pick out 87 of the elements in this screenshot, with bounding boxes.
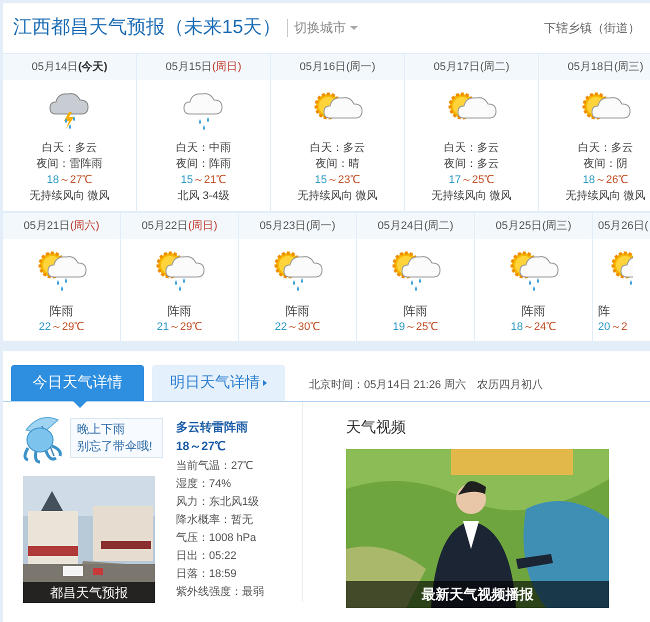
video-caption: 最新天气视频播报 [346, 581, 609, 608]
photo-caption: 都昌天气预报 [23, 582, 155, 603]
tab[interactable]: 明日天气详情 [152, 365, 285, 401]
low-temperature: 17 [448, 173, 461, 188]
low-temperature: 19 [392, 320, 405, 335]
detail-text: 降水概率：暂无 [176, 512, 254, 528]
date-text: 05月24日 [378, 218, 424, 234]
low-temperature: 18 [510, 320, 523, 335]
condition-text: 阵雨 [166, 303, 192, 319]
low-temperature: 15 [180, 173, 193, 188]
high-temperature: ～21℃ [193, 173, 226, 188]
night-weather-text: 夜间：阴 [582, 156, 628, 172]
weekday-text: (周六) [70, 218, 100, 234]
condition-text: 阵雨 [284, 303, 310, 319]
high-temperature: ～2 [610, 320, 628, 335]
detail-text: 风力：东北风1级 [176, 494, 260, 510]
weekday-text: (周三) [542, 218, 572, 234]
weekday-text: (周一) [346, 60, 376, 75]
weekday-text: (周二) [424, 218, 454, 234]
date-text: 05月23日 [260, 218, 306, 234]
date-text: 05月22日 [142, 218, 188, 234]
beijing-time-text: 北京时间：05月14日 21:26 周六 农历四月初八 [309, 378, 544, 392]
switch-city-button[interactable]: 切换城市 [294, 18, 358, 38]
day-weather-text: 白天：多云 [309, 141, 366, 156]
low-temperature: 18 [582, 173, 595, 188]
date-text: 05月26日( [598, 218, 648, 234]
high-temperature: ～24℃ [523, 320, 556, 335]
video-title: 天气视频 [346, 418, 407, 438]
day-weather-text: 白天：中雨 [175, 141, 232, 156]
high-temperature: ～30℃ [287, 320, 320, 335]
weekday-text: (周日) [212, 60, 242, 75]
date-text: 05月18日 [568, 60, 614, 75]
detail-text: 湿度：74% [176, 476, 232, 492]
date-text: 05月25日 [496, 218, 542, 234]
low-temperature: 15 [314, 173, 327, 188]
weekday-text: (周三) [614, 60, 644, 75]
high-temperature: ～27℃ [59, 173, 92, 188]
date-text: 05月21日 [24, 218, 70, 234]
condition-text: 阵 [597, 303, 611, 319]
arrow-icon [263, 380, 267, 386]
weekday-text: (周一) [306, 218, 336, 234]
page-title: 江西都昌天气预报（未来15天） [13, 16, 282, 40]
low-temperature: 20 [598, 320, 610, 335]
high-temperature: ～25℃ [405, 320, 438, 335]
low-temperature: 22 [274, 320, 287, 335]
detail-text: 紫外线强度：最弱 [176, 584, 265, 600]
wind-text: 无持续风向 微风 [296, 189, 379, 204]
high-temperature: ～29℃ [169, 320, 202, 335]
day-weather-text: 白天：多云 [41, 141, 98, 156]
detail-text: 日落：18:59 [176, 567, 238, 582]
date-text: 05月15日 [166, 60, 212, 75]
weather-summary: 多云转雷阵雨 [176, 419, 249, 436]
condition-text: 阵雨 [48, 303, 74, 319]
pointer-icon [73, 401, 87, 408]
weekday-text: (周二) [480, 60, 510, 75]
temperature-range: 18～27℃ [176, 438, 227, 455]
condition-text: 阵雨 [520, 303, 546, 319]
wind-text: 无持续风向 微风 [430, 189, 513, 204]
weekday-text: (周日) [188, 218, 218, 234]
detail-text: 当前气温：27℃ [176, 459, 254, 474]
date-text: 05月14日 [32, 60, 78, 75]
towns-link[interactable]: 下辖乡镇（街道） [544, 19, 640, 37]
night-weather-text: 夜间：晴 [314, 156, 360, 172]
weekday-text: (今天) [78, 60, 108, 75]
low-temperature: 22 [38, 320, 51, 335]
detail-text: 气压：1008 hPa [176, 531, 258, 546]
night-weather-text: 夜间：多云 [443, 156, 500, 172]
day-weather-text: 白天：多云 [577, 141, 634, 156]
high-temperature: ～29℃ [51, 320, 84, 335]
low-temperature: 21 [156, 320, 169, 335]
wind-text: 无持续风向 微风 [28, 189, 111, 204]
day-weather-text: 白天：多云 [443, 141, 500, 156]
wind-text: 无持续风向 微风 [564, 189, 647, 204]
high-temperature: ～26℃ [595, 173, 628, 188]
tip-text: 别忘了带伞哦! [77, 438, 154, 455]
night-weather-text: 夜间：雷阵雨 [36, 156, 104, 172]
high-temperature: ～25℃ [461, 173, 494, 188]
high-temperature: ～23℃ [327, 173, 360, 188]
caret-icon [350, 26, 358, 30]
night-weather-text: 夜间：阵雨 [175, 156, 232, 172]
date-text: 05月17日 [434, 60, 480, 75]
wind-text: 北风 3-4级 [176, 189, 230, 204]
date-text: 05月16日 [300, 60, 346, 75]
detail-text: 日出：05:22 [176, 549, 238, 564]
low-temperature: 18 [46, 173, 59, 188]
tip-text: 晚上下雨 [77, 421, 126, 438]
condition-text: 阵雨 [402, 303, 428, 319]
